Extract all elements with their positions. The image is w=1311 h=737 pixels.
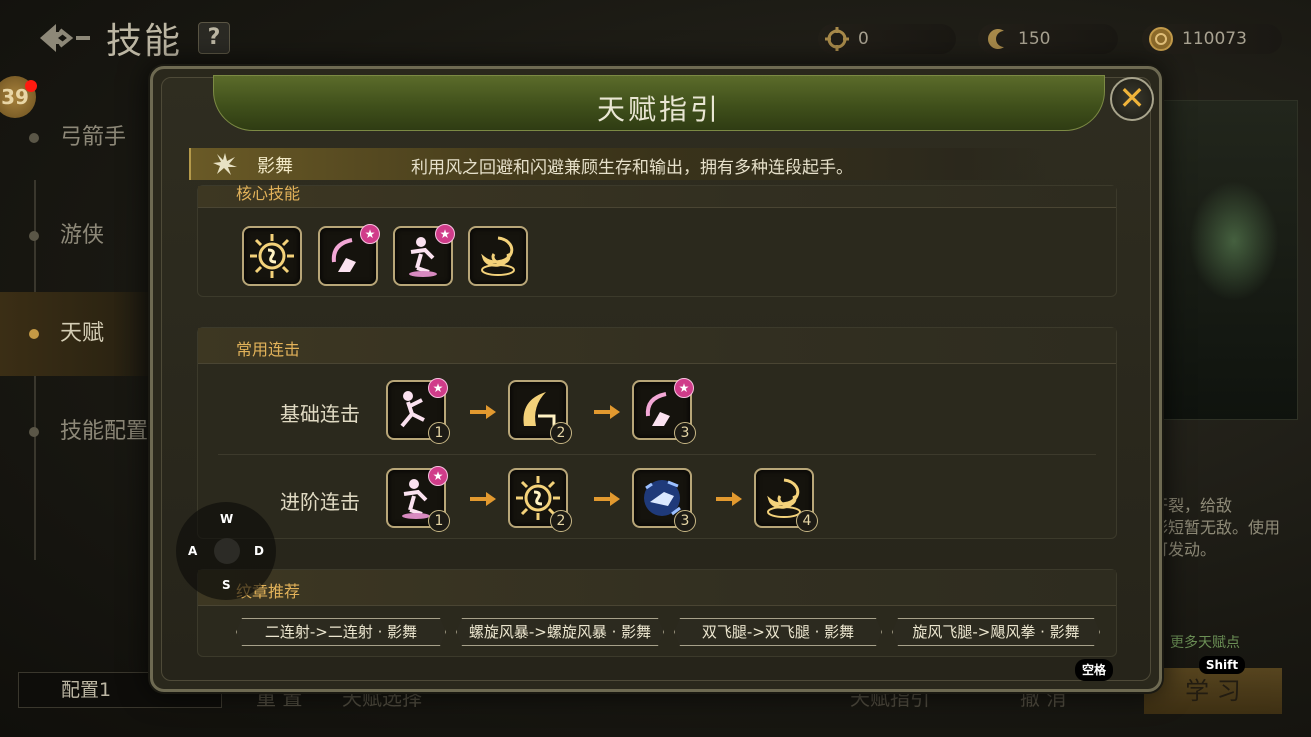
combo-skill[interactable]: 2: [508, 468, 572, 532]
sidebar-item-skill-config[interactable]: 技能配置: [0, 390, 160, 474]
combo-skill[interactable]: ★ 1: [386, 378, 450, 444]
star-badge: ★: [674, 378, 694, 398]
step-number: 3: [674, 510, 696, 532]
sidebar-item-ranger[interactable]: 游侠: [0, 194, 160, 278]
combo-skill[interactable]: ★ 3: [632, 378, 696, 444]
star-badge: ★: [435, 224, 455, 244]
section-header: 常用连击: [198, 328, 1116, 364]
sidebar-dot: [29, 133, 39, 143]
sidebar-dot: [29, 427, 39, 437]
skill-slot[interactable]: ★: [318, 224, 380, 286]
class-banner: 影舞 利用风之回避和闪避兼顾生存和输出，拥有多种连段起手。: [189, 148, 1047, 180]
skill-preview: [1158, 100, 1298, 420]
arrow-right-icon: [594, 405, 620, 419]
key-a: A: [188, 544, 198, 558]
talent-guide-modal: 天赋指引 ✕ 影舞 利用风之回避和闪避兼顾生存和输出，拥有多种连段起手。 核心技…: [150, 66, 1162, 692]
key-d: D: [254, 544, 264, 558]
skill-slot[interactable]: [468, 226, 528, 286]
joystick-center: [214, 538, 240, 564]
core-skills-section: 核心技能 ★ ★: [197, 184, 1117, 297]
step-number: 4: [796, 510, 818, 532]
combo-skill[interactable]: ★ 1: [386, 466, 450, 532]
combo-label: 基础连击: [280, 402, 360, 426]
emblem-recommendation[interactable]: 二连射->二连射 · 影舞: [236, 618, 446, 646]
star-badge: ★: [360, 224, 380, 244]
currency-crescent: 150: [978, 24, 1118, 54]
combos-section: 常用连击 基础连击 ★ 1 2 ★ 3 进阶连击 ★ 1 2 3 4: [197, 327, 1117, 539]
currency-crescent-value: 150: [1018, 29, 1051, 49]
gold-coin-icon: [1149, 27, 1173, 51]
emblem-recommendation[interactable]: 旋风飞腿->飓风拳 · 影舞: [892, 618, 1100, 646]
whirlwind-icon: [481, 236, 515, 276]
emblem-recommendation[interactable]: 双飞腿->双飞腿 · 影舞: [674, 618, 882, 646]
sidebar-item-label: 天赋: [60, 321, 105, 346]
game-screen: 技能 ? 0 150 110073 弓箭手 游侠 天赋 技能配置 39 配置1 …: [0, 0, 1311, 737]
sidebar-dot: [29, 329, 39, 339]
top-bar: 技能 ? 0 150 110073: [0, 0, 1311, 70]
class-name: 影舞: [257, 156, 293, 177]
currency-gold: 110073: [1142, 24, 1282, 54]
section-header: 核心技能: [198, 184, 1116, 208]
combo-skill[interactable]: 3: [632, 468, 696, 532]
section-title: 核心技能: [236, 184, 301, 203]
more-talents-link[interactable]: 更多天赋点: [1170, 632, 1240, 652]
currency-gear-value: 0: [858, 29, 869, 49]
sidebar-item-talent[interactable]: 天赋: [0, 292, 160, 376]
skill-slot[interactable]: ★: [393, 224, 455, 286]
help-button[interactable]: ?: [198, 22, 230, 54]
sidebar-dot: [29, 231, 39, 241]
key-s: S: [222, 578, 231, 592]
sidebar-item-label: 弓箭手: [60, 125, 127, 150]
emblem-recommendation[interactable]: 螺旋风暴->螺旋风暴 · 影舞: [456, 618, 664, 646]
step-number: 1: [428, 422, 450, 444]
notification-dot: [25, 80, 37, 92]
close-button[interactable]: ✕: [1110, 77, 1154, 121]
combo-skill[interactable]: 2: [508, 380, 572, 444]
key-w: W: [220, 512, 234, 526]
star-badge: ★: [428, 466, 448, 486]
emblems-section: 纹章推荐 二连射->二连射 · 影舞 螺旋风暴->螺旋风暴 · 影舞 双飞腿->…: [197, 569, 1117, 657]
crescent-token-icon: [988, 29, 1004, 49]
modal-title: 天赋指引: [596, 93, 721, 126]
arrow-right-icon: [470, 492, 496, 506]
sidebar: 弓箭手 游侠 天赋 技能配置: [0, 70, 160, 737]
learn-button[interactable]: 学 习: [1144, 668, 1282, 714]
modal-header: 天赋指引: [213, 75, 1105, 131]
step-number: 3: [674, 422, 696, 444]
star-badge: ★: [428, 378, 448, 398]
combo-skill[interactable]: 4: [754, 468, 818, 532]
arrow-right-icon: [470, 405, 496, 419]
skill-effect-image: [1189, 181, 1279, 301]
movement-joystick[interactable]: W A D S: [176, 502, 276, 600]
currency-gear: 0: [818, 24, 956, 54]
class-description: 利用风之回避和闪避兼顾生存和输出，拥有多种连段起手。: [411, 158, 853, 178]
currency-gold-value: 110073: [1182, 29, 1247, 49]
arrow-right-icon: [716, 492, 742, 506]
gear-token-icon: [825, 27, 849, 51]
sidebar-item-label: 游侠: [60, 223, 105, 248]
step-number: 2: [550, 422, 572, 444]
row-divider: [218, 454, 1096, 455]
section-header: 纹章推荐: [198, 570, 1116, 606]
skill-slot[interactable]: [242, 226, 302, 286]
sidebar-item-label: 技能配置: [60, 419, 149, 444]
page-title: 技能: [106, 21, 183, 62]
back-arrow-icon[interactable]: [36, 20, 96, 56]
shift-key-hint: Shift: [1199, 656, 1245, 674]
combo-label: 进阶连击: [280, 490, 360, 514]
step-number: 2: [550, 510, 572, 532]
section-title: 常用连击: [236, 340, 301, 359]
shadow-dance-icon: [213, 153, 237, 175]
step-number: 1: [428, 510, 450, 532]
space-key-hint: 空格: [1075, 659, 1113, 681]
sun-burst-icon: [250, 234, 294, 278]
arrow-right-icon: [594, 492, 620, 506]
